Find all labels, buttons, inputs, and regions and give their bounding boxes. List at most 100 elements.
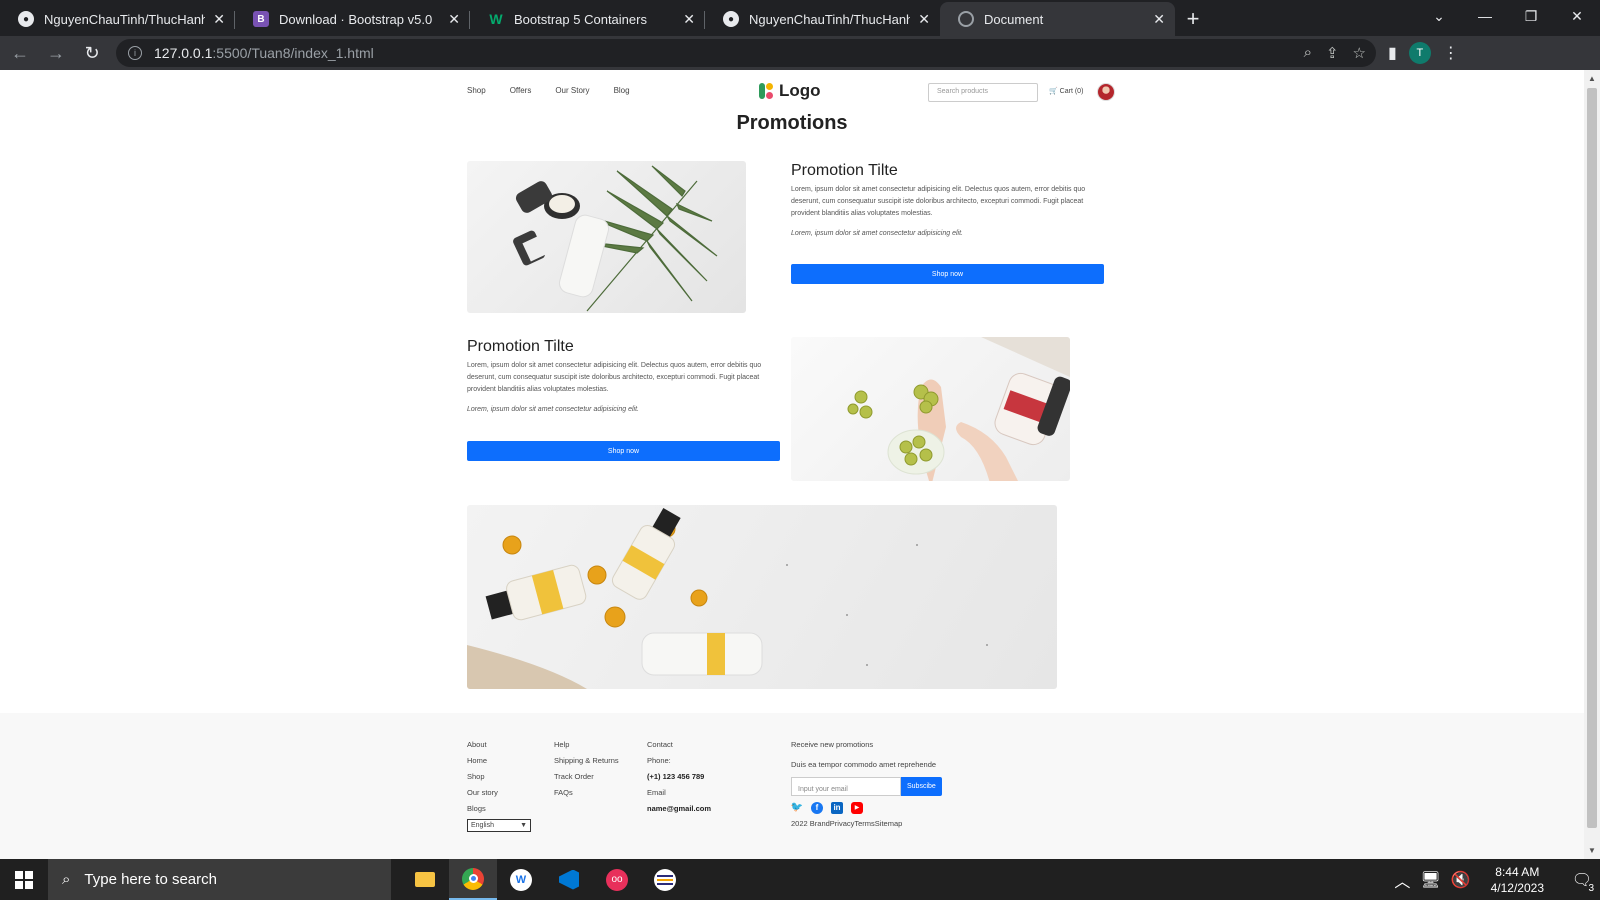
clock-time: 8:44 AM [1495,864,1540,879]
gummies-illustration [847,337,1070,481]
page-title: Promotions [736,112,848,134]
minimize-button[interactable]: — [1462,0,1508,32]
shop-now-button[interactable]: Shop now [791,264,1104,284]
footer-link[interactable]: About [467,737,531,753]
restore-button[interactable]: ❐ [1508,0,1554,32]
promo-body: Lorem, ipsum dolor sit amet consectetur … [467,362,762,393]
promo-note: Lorem, ipsum dolor sit amet consectetur … [467,406,639,413]
taskbar-search-box[interactable]: ⌕ Type here to search [48,859,391,900]
browser-tab-active[interactable]: Document ✕ [940,2,1175,36]
twitter-icon[interactable]: 🐦 [791,802,803,814]
browser-tab[interactable]: ● NguyenChauTinh/ThucHanhWeb ✕ [705,2,940,36]
contact-heading: Contact [647,740,673,749]
close-window-button[interactable]: ✕ [1554,0,1600,32]
windows-logo-icon [15,870,33,889]
footer-col-help: Help Shipping & Returns Track Order FAQs [554,737,619,801]
tab-search-icon[interactable]: ⌄ [1416,0,1462,32]
product-search-input[interactable]: Search products [928,83,1038,102]
nav-link-offers[interactable]: Offers [510,86,532,95]
promo-card-2: Promotion Tilte Lorem, ipsum dolor sit a… [467,338,780,416]
site-header: Shop Offers Our Story Blog Logo Search p… [467,78,1117,106]
app-oo-icon[interactable]: oo [593,859,641,900]
logo-icon [757,82,775,100]
shop-now-button[interactable]: Shop now [467,441,780,461]
footer-link[interactable]: Home [467,753,531,769]
close-tab-icon[interactable]: ✕ [683,11,695,28]
globe-icon [958,11,974,27]
notification-count: 3 [1588,882,1594,894]
chevron-up-icon[interactable]: ︿ [1394,868,1410,892]
footer-link[interactable]: Shop [467,769,531,785]
nav-link-shop[interactable]: Shop [467,86,486,95]
app-stack-icon[interactable] [641,859,689,900]
footer-link[interactable]: Blogs [467,801,531,817]
phone-label: Phone: [647,756,671,765]
taskbar-search-placeholder: Type here to search [84,871,217,888]
serum-illustration [467,508,988,689]
forward-button[interactable]: → [40,37,72,69]
browser-tab[interactable]: B Download · Bootstrap v5.0 ✕ [235,2,470,36]
footer-link[interactable]: Our story [467,785,531,801]
scrollbar-thumb[interactable] [1587,88,1597,828]
chevron-down-icon: ▼ [520,821,527,829]
cart-link[interactable]: 🛒 Cart (0) [1049,87,1083,95]
promo-image-skincare [467,161,746,313]
profile-avatar[interactable]: T [1408,42,1431,64]
new-tab-button[interactable]: + [1175,2,1211,36]
nav-link-our-story[interactable]: Our Story [555,86,589,95]
footer-link[interactable]: FAQs [554,785,619,801]
back-button[interactable]: ← [4,37,36,69]
promo-banner-serums [467,505,1057,689]
chrome-icon[interactable] [449,859,497,900]
facebook-icon[interactable]: f [811,802,823,814]
tab-title: NguyenChauTinh/ThucHanhWeb [749,11,911,27]
page-scrollbar[interactable]: ▲ ▼ [1584,70,1600,859]
bootstrap-icon: B [253,11,269,27]
footer-link[interactable]: Help [554,737,619,753]
side-panel-icon[interactable]: ▮ [1388,43,1397,63]
footer-link[interactable]: Track Order [554,769,619,785]
email-input[interactable]: Input your email [791,777,901,796]
footer-col-contact: Contact Phone: (+1) 123 456 789 Email na… [647,737,711,817]
promo-title: Promotion Tilte [791,162,898,179]
brand-logo[interactable]: Logo [757,81,821,101]
scroll-down-arrow-icon[interactable]: ▼ [1588,846,1596,855]
notifications-button[interactable]: 🗨 3 [1564,870,1600,894]
footer-col-about: About Home Shop Our story Blogs English … [467,737,531,832]
app-w-icon[interactable]: W [497,859,545,900]
network-icon[interactable]: 🖥 [1420,870,1440,890]
taskbar-clock[interactable]: 8:44 AM 4/12/2023 [1491,864,1544,896]
browser-tab[interactable]: ● NguyenChauTinh/ThucHanhWeb ✕ [0,2,235,36]
footer-link[interactable]: Shipping & Returns [554,753,619,769]
file-explorer-icon[interactable] [401,859,449,900]
close-tab-icon[interactable]: ✕ [1153,11,1165,28]
language-select[interactable]: English ▼ [467,819,531,832]
address-bar[interactable]: i 127.0.0.1:5500/Tuan8/index_1.html ⌕ ⇪ … [116,39,1376,67]
site-footer: About Home Shop Our story Blogs English … [0,713,1584,859]
scroll-up-arrow-icon[interactable]: ▲ [1588,74,1596,83]
newsletter-heading: Receive new promotions [791,740,874,749]
copyright-links[interactable]: 2022 BrandPrivacyTermsSitemap [791,816,942,832]
email-value[interactable]: name@gmail.com [647,804,711,813]
close-tab-icon[interactable]: ✕ [918,11,930,28]
system-tray: ︿ 🖥 🔇 8:44 AM 4/12/2023 🗨 3 [1394,859,1600,900]
browser-tab[interactable]: W Bootstrap 5 Containers ✕ [470,2,705,36]
close-tab-icon[interactable]: ✕ [448,11,460,28]
page-viewport: Shop Offers Our Story Blog Logo Search p… [0,70,1584,859]
menu-kebab-icon[interactable]: ⋮ [1443,43,1459,63]
linkedin-icon[interactable]: in [831,802,843,814]
reload-button[interactable]: ↻ [76,37,108,69]
user-avatar[interactable] [1097,83,1115,101]
vscode-icon[interactable] [545,859,593,900]
volume-muted-icon[interactable]: 🔇 [1451,870,1471,890]
bookmark-star-icon[interactable]: ☆ [1353,44,1366,62]
nav-link-blog[interactable]: Blog [614,86,630,95]
zoom-icon[interactable]: ⌕ [1304,44,1312,62]
w3schools-icon: W [489,11,503,27]
windows-start-button[interactable] [0,859,48,900]
site-info-icon[interactable]: i [128,46,142,60]
youtube-icon[interactable]: ▶ [851,802,863,814]
subscribe-button[interactable]: Subscibe [901,777,942,796]
close-tab-icon[interactable]: ✕ [213,11,225,28]
share-icon[interactable]: ⇪ [1326,44,1339,62]
